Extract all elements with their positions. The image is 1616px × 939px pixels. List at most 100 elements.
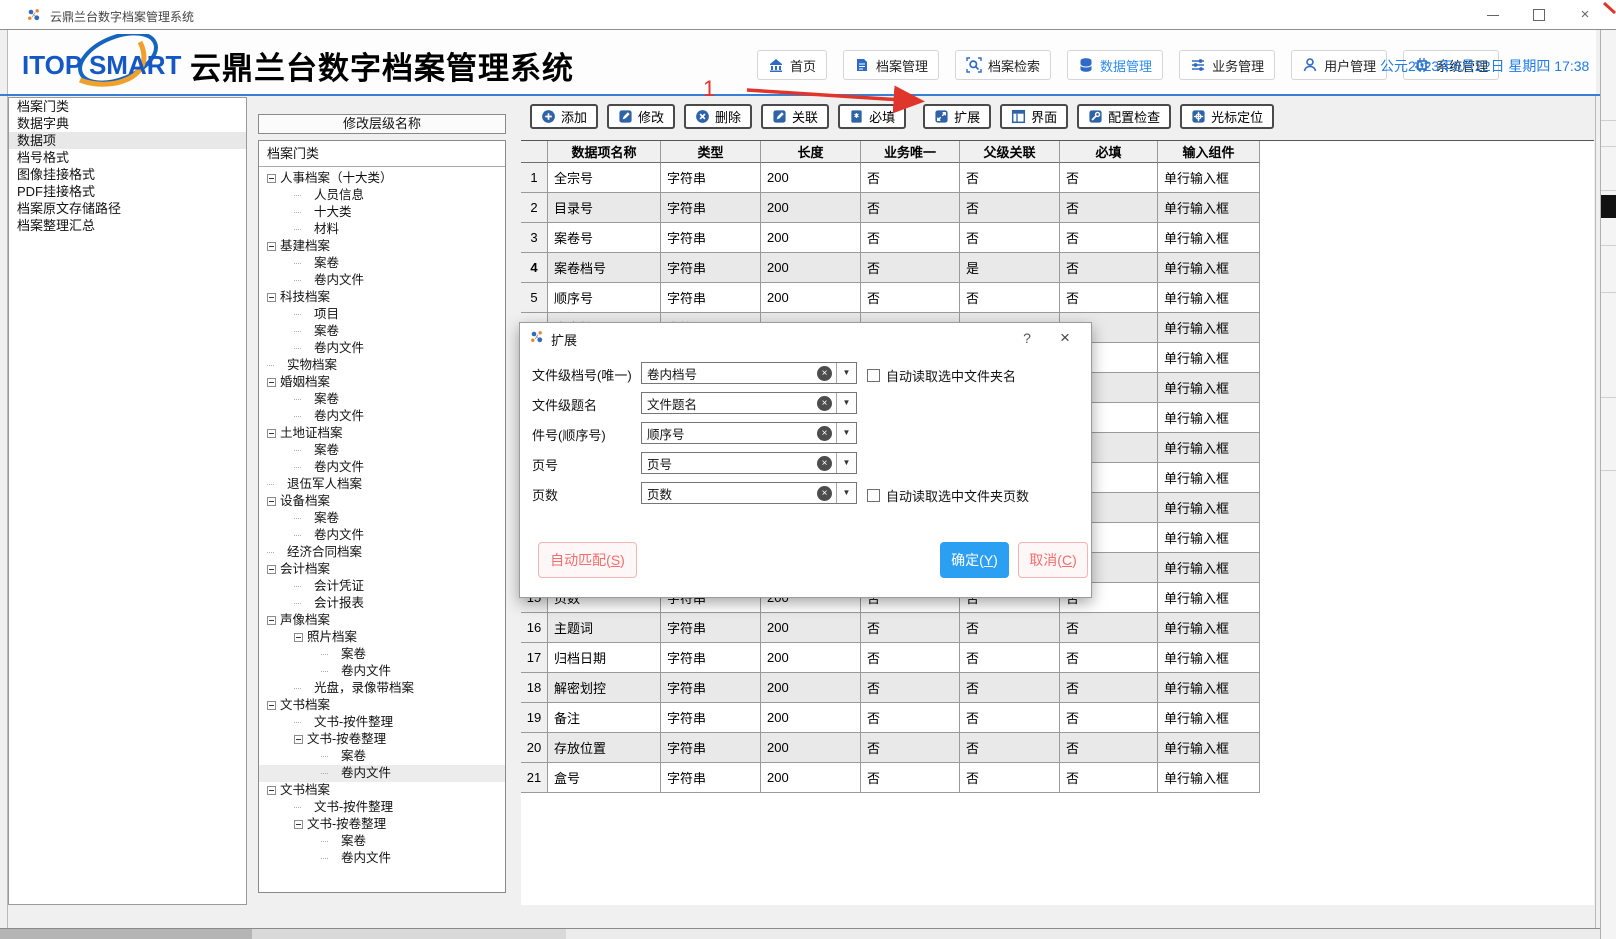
tree-node[interactable]: 卷内文件 (259, 663, 505, 680)
tree-node[interactable]: 实物档案 (259, 357, 505, 374)
tree-node[interactable]: 十大类 (259, 204, 505, 221)
tree-expander-icon[interactable] (267, 378, 276, 387)
config-check-button[interactable]: 配置检查 (1077, 104, 1171, 129)
nav-button-data-manage[interactable]: 数据管理 (1067, 50, 1163, 80)
tree-node[interactable]: 案卷 (259, 748, 505, 765)
tree-node[interactable]: 会计档案 (259, 561, 505, 578)
dialog-help-button[interactable]: ? (1014, 327, 1040, 349)
minimize-button[interactable] (1470, 0, 1516, 30)
column-header[interactable]: 业务唯一 (861, 141, 960, 163)
tree-node[interactable]: 案卷 (259, 442, 505, 459)
sidebar-item[interactable]: 档案门类 (9, 98, 246, 115)
tree-expander-icon[interactable] (294, 735, 303, 744)
tree-node[interactable]: 土地证档案 (259, 425, 505, 442)
relate-button[interactable]: 关联 (761, 104, 829, 129)
tree-node[interactable]: 光盘，录像带档案 (259, 680, 505, 697)
tree-node[interactable]: 会计报表 (259, 595, 505, 612)
column-header[interactable]: 输入组件 (1158, 141, 1260, 163)
table-row[interactable]: 21盒号字符串200否否否单行输入框 (521, 763, 1260, 793)
table-row[interactable]: 17归档日期字符串200否否否单行输入框 (521, 643, 1260, 673)
add-button[interactable]: 添加 (530, 104, 598, 129)
auto-match-button[interactable]: 自动匹配(S) (538, 542, 637, 578)
sidebar-item[interactable]: 数据项 (9, 132, 246, 149)
expand-button[interactable]: 扩展 (923, 104, 991, 129)
column-header[interactable]: 必填 (1060, 141, 1158, 163)
sidebar-item[interactable]: 档案整理汇总 (9, 217, 246, 234)
tree-expander-icon[interactable] (267, 429, 276, 438)
table-row[interactable]: 1全宗号字符串200否否否单行输入框 (521, 163, 1260, 193)
table-row[interactable]: 5顺序号字符串200否否否单行输入框 (521, 283, 1260, 313)
nav-button-business-manage[interactable]: 业务管理 (1179, 50, 1275, 80)
tree-expander-icon[interactable] (294, 633, 303, 642)
tree-node[interactable]: 卷内文件 (259, 340, 505, 357)
tree-expander-icon[interactable] (294, 820, 303, 829)
page-no-combobox[interactable]: 页号×▼ (641, 452, 857, 474)
tree-node[interactable]: 卷内文件 (259, 408, 505, 425)
tree-expander-icon[interactable] (267, 786, 276, 795)
chevron-down-icon[interactable]: ▼ (836, 393, 856, 413)
tree-node[interactable]: 文书-按件整理 (259, 714, 505, 731)
column-header[interactable]: 数据项名称 (548, 141, 661, 163)
tree-node[interactable]: 经济合同档案 (259, 544, 505, 561)
sidebar-item[interactable]: 数据字典 (9, 115, 246, 132)
column-header[interactable]: 类型 (661, 141, 761, 163)
tree-node[interactable]: 退伍军人档案 (259, 476, 505, 493)
cancel-button[interactable]: 取消(C) (1018, 542, 1088, 578)
tree-node[interactable]: 文书档案 (259, 697, 505, 714)
file-archive-no-combobox[interactable]: 卷内档号×▼ (641, 362, 857, 384)
file-archive-no-checkbox[interactable]: 自动读取选中文件夹名 (867, 366, 1016, 385)
delete-button[interactable]: 删除 (684, 104, 752, 129)
nav-button-home[interactable]: 首页 (757, 50, 827, 80)
tree-expander-icon[interactable] (267, 565, 276, 574)
clear-icon[interactable]: × (817, 486, 832, 501)
edit-button[interactable]: 修改 (607, 104, 675, 129)
tree-expander-icon[interactable] (267, 242, 276, 251)
tree-node[interactable]: 案卷 (259, 646, 505, 663)
tree-node[interactable]: 案卷 (259, 833, 505, 850)
nav-button-user-manage[interactable]: 用户管理 (1291, 50, 1387, 80)
tree-node[interactable]: 科技档案 (259, 289, 505, 306)
clear-icon[interactable]: × (817, 426, 832, 441)
table-row[interactable]: 19备注字符串200否否否单行输入框 (521, 703, 1260, 733)
item-no-combobox[interactable]: 顺序号×▼ (641, 422, 857, 444)
chevron-down-icon[interactable]: ▼ (836, 483, 856, 503)
clear-icon[interactable]: × (817, 456, 832, 471)
page-count-checkbox[interactable]: 自动读取选中文件夹页数 (867, 486, 1029, 505)
chevron-down-icon[interactable]: ▼ (836, 363, 856, 383)
tree-node[interactable]: 文书-按卷整理 (259, 816, 505, 833)
tree-node[interactable]: 项目 (259, 306, 505, 323)
tree-node[interactable]: 文书-按卷整理 (259, 731, 505, 748)
tree-expander-icon[interactable] (267, 616, 276, 625)
tree-node[interactable]: 人员信息 (259, 187, 505, 204)
tree-node[interactable]: 基建档案 (259, 238, 505, 255)
tree-node[interactable]: 婚姻档案 (259, 374, 505, 391)
tree-node[interactable]: 文书-按件整理 (259, 799, 505, 816)
interface-button[interactable]: 界面 (1000, 104, 1068, 129)
tree-node[interactable]: 会计凭证 (259, 578, 505, 595)
tree-node[interactable]: 卷内文件 (259, 850, 505, 867)
tree-node[interactable]: 案卷 (259, 255, 505, 272)
tree-node[interactable]: 案卷 (259, 510, 505, 527)
sidebar-item[interactable]: 图像挂接格式 (9, 166, 246, 183)
file-title-combobox[interactable]: 文件题名×▼ (641, 392, 857, 414)
tree-node[interactable]: 人事档案（十大类） (259, 170, 505, 187)
tree-node[interactable]: 案卷 (259, 391, 505, 408)
tree-node[interactable]: 文书档案 (259, 782, 505, 799)
sidebar-item[interactable]: 档号格式 (9, 149, 246, 166)
nav-button-archive-manage[interactable]: 档案管理 (843, 50, 939, 80)
chevron-down-icon[interactable]: ▼ (836, 453, 856, 473)
confirm-button[interactable]: 确定(Y) (940, 542, 1009, 578)
tree-node[interactable]: 案卷 (259, 323, 505, 340)
page-count-combobox[interactable]: 页数×▼ (641, 482, 857, 504)
tree-node[interactable]: 照片档案 (259, 629, 505, 646)
sidebar-item[interactable]: PDF挂接格式 (9, 183, 246, 200)
table-row[interactable]: 20存放位置字符串200否否否单行输入框 (521, 733, 1260, 763)
tree-expander-icon[interactable] (267, 701, 276, 710)
tree-node[interactable]: 材料 (259, 221, 505, 238)
table-row[interactable]: 3案卷号字符串200否否否单行输入框 (521, 223, 1260, 253)
clear-icon[interactable]: × (817, 366, 832, 381)
table-row[interactable]: 2目录号字符串200否否否单行输入框 (521, 193, 1260, 223)
tree-node[interactable]: 卷内文件 (259, 527, 505, 544)
dialog-close-button[interactable]: × (1050, 327, 1080, 349)
tree-node[interactable]: 卷内文件 (259, 459, 505, 476)
